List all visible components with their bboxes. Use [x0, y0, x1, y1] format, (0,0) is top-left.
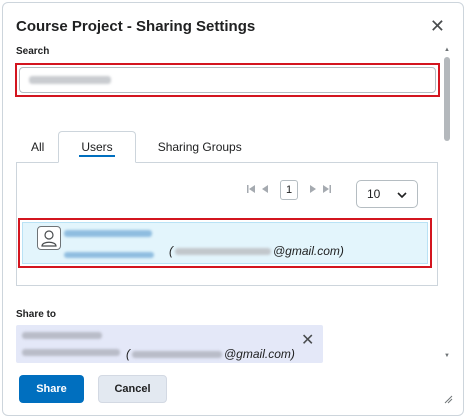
user-id-redacted	[64, 252, 154, 258]
dialog-title: Course Project - Sharing Settings	[16, 18, 256, 35]
search-value-redacted	[29, 76, 111, 84]
user-result-row[interactable]: ( @gmail.com)	[22, 222, 428, 264]
tab-users[interactable]: Users	[58, 131, 136, 163]
scrollbar-thumb[interactable]	[444, 57, 450, 141]
share-email-local-redacted	[132, 350, 222, 358]
user-result-highlight: ( @gmail.com)	[18, 218, 432, 268]
share-email-prefix: (	[126, 347, 130, 361]
tab-list: All Users Sharing Groups	[17, 131, 437, 163]
share-id-redacted	[22, 349, 120, 356]
share-name-redacted	[22, 332, 102, 339]
user-name-redacted	[64, 230, 152, 237]
close-icon[interactable]: ✕	[430, 17, 445, 35]
user-email: ( @gmail.com)	[169, 244, 344, 258]
dialog-body: Search All Users Sharing Groups 1 10 (@…	[3, 43, 443, 363]
scrollbar[interactable]: ▲ ▼	[444, 47, 450, 363]
prev-page-icon[interactable]	[259, 184, 273, 196]
share-to-item: ( @gmail.com) ✕	[16, 325, 323, 363]
tab-all[interactable]: All	[17, 131, 58, 163]
cancel-button[interactable]: Cancel	[98, 375, 167, 403]
next-page-icon[interactable]	[305, 184, 319, 196]
share-to-label: Share to	[16, 309, 57, 320]
search-label: Search	[16, 46, 50, 57]
remove-icon[interactable]: ✕	[301, 330, 314, 350]
user-avatar-icon	[37, 226, 61, 250]
tab-sharing-groups-label: Sharing Groups	[157, 140, 242, 154]
current-page-input[interactable]: 1	[280, 180, 298, 200]
tab-sharing-groups[interactable]: Sharing Groups	[136, 131, 264, 163]
chevron-down-icon	[397, 187, 407, 201]
share-button[interactable]: Share	[19, 375, 84, 403]
resize-handle-icon[interactable]	[443, 394, 453, 407]
user-email-prefix: (	[169, 244, 173, 258]
scroll-down-icon[interactable]: ▼	[444, 353, 450, 359]
tab-all-label: All	[31, 140, 45, 154]
last-page-icon[interactable]	[319, 184, 333, 196]
first-page-icon[interactable]	[245, 184, 259, 196]
share-email-domain: @gmail.com)	[224, 347, 295, 361]
tab-users-label: Users	[81, 140, 113, 154]
user-email-local-redacted	[175, 247, 271, 255]
page-size-select[interactable]: 10	[356, 180, 418, 208]
user-email-domain: @gmail.com)	[273, 244, 344, 258]
share-email: ( @gmail.com)	[126, 347, 295, 361]
active-tab-indicator	[79, 155, 115, 157]
scroll-up-icon[interactable]: ▲	[444, 47, 450, 53]
sharing-settings-dialog: Course Project - Sharing Settings ✕ Sear…	[2, 2, 464, 416]
pagination: 1	[245, 176, 333, 204]
page-size-value: 10	[367, 187, 381, 201]
